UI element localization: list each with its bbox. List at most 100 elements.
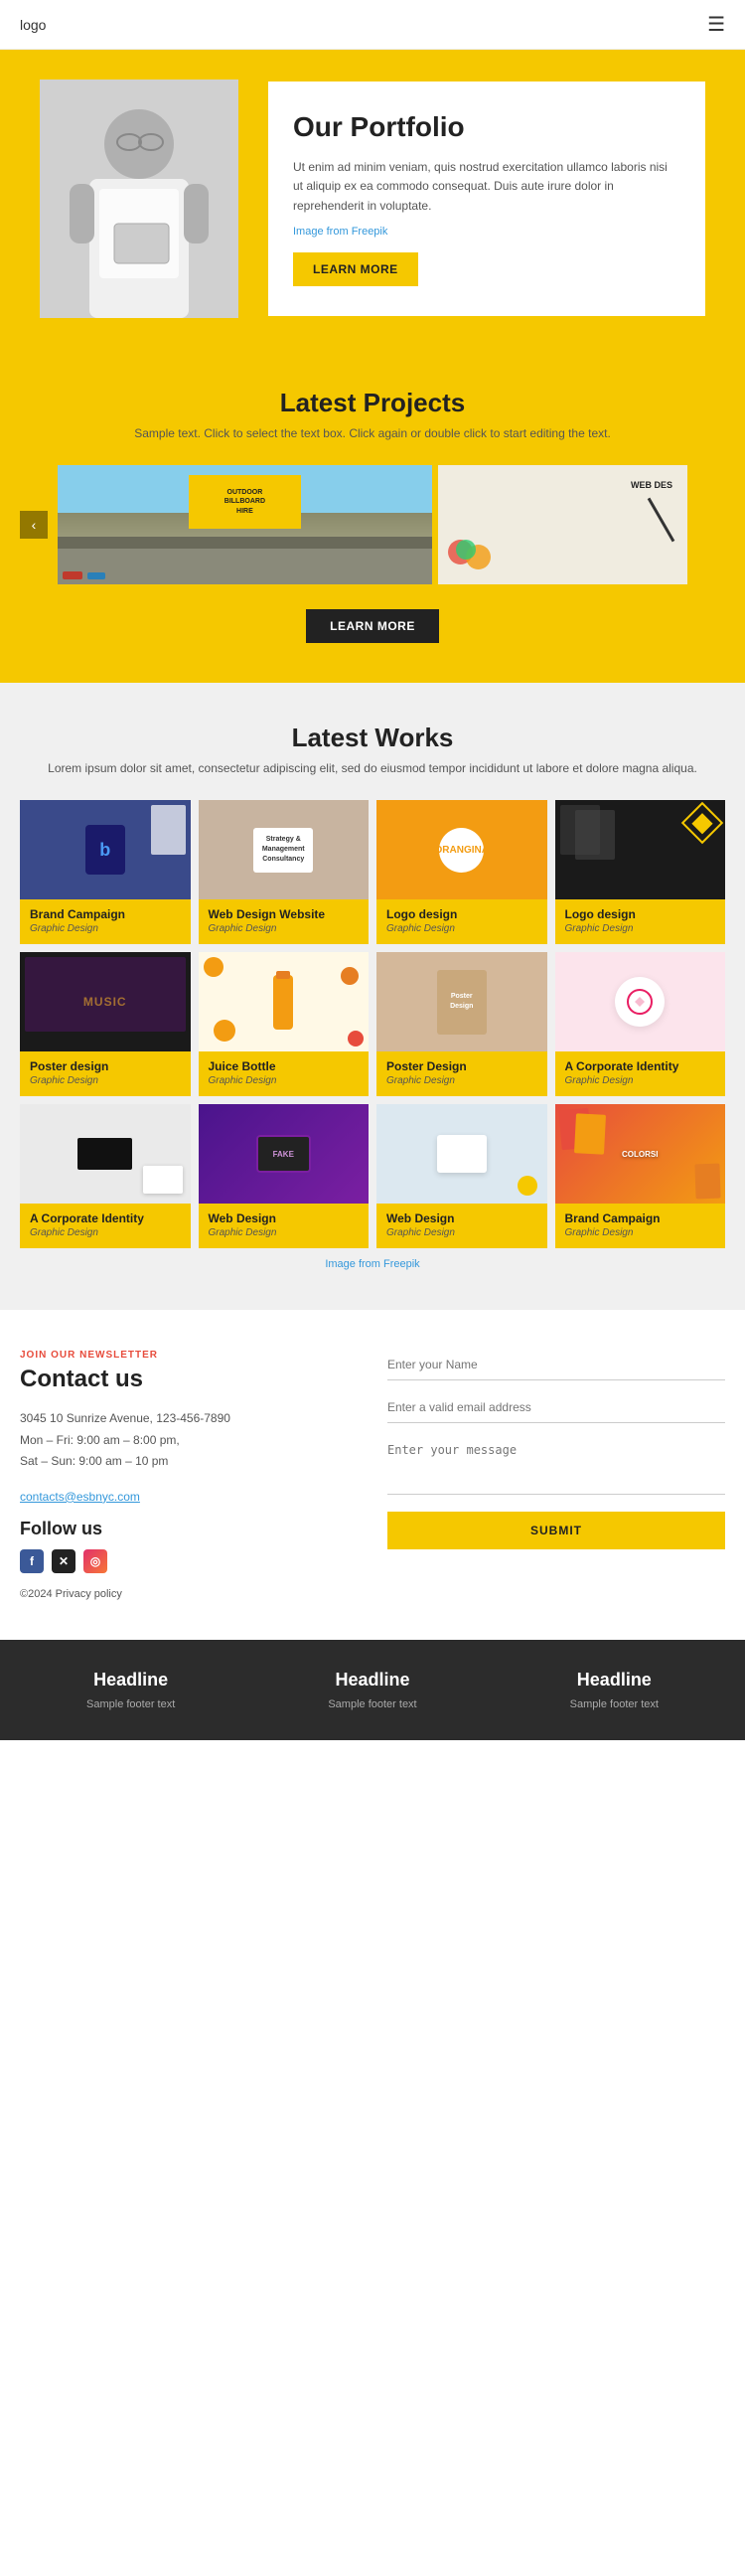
work-img-corporate1 [555, 952, 726, 1051]
footer-headline-2: Headline [261, 1670, 483, 1690]
slider-image-billboard: OUTDOORBILLBOARDHIRE [58, 465, 432, 584]
work-img-juice [199, 952, 370, 1051]
latest-projects-section: Latest Projects Sample text. Click to se… [0, 348, 745, 683]
works-credit-prefix: Image from [325, 1258, 383, 1270]
hero-image-credit: Image from Freepik [293, 226, 680, 238]
projects-learn-more-button[interactable]: LEARN MORE [306, 609, 439, 643]
work-title-juice: Juice Bottle [209, 1059, 360, 1073]
work-card-brand-campaign: b Brand Campaign Graphic Design [20, 800, 191, 944]
work-title-corporate2: A Corporate Identity [30, 1211, 181, 1225]
hero-section: Our Portfolio Ut enim ad minim veniam, q… [0, 50, 745, 348]
footer-text-3: Sample footer text [504, 1698, 725, 1710]
work-title-brand: Brand Campaign [30, 907, 181, 921]
work-title-poster2: Poster Design [386, 1059, 537, 1073]
facebook-icon[interactable]: f [20, 1549, 44, 1573]
work-card-poster2: PosterDesign Poster Design Graphic Desig… [376, 952, 547, 1096]
hero-image [40, 80, 238, 318]
work-info-juice: Juice Bottle Graphic Design [199, 1051, 370, 1096]
footer-headline-1: Headline [20, 1670, 241, 1690]
submit-button[interactable]: SUBMIT [387, 1512, 725, 1549]
contact-left: JOIN OUR NEWSLETTER Contact us 3045 10 S… [20, 1350, 358, 1600]
work-info-brand: Brand Campaign Graphic Design [20, 899, 191, 944]
slider-images: OUTDOORBILLBOARDHIRE WEB DES [58, 465, 687, 584]
work-img-poster: MUSIC [20, 952, 191, 1051]
works-credit-source: Freepik [383, 1258, 420, 1270]
latest-works-subtitle: Lorem ipsum dolor sit amet, consectetur … [20, 761, 725, 775]
follow-title: Follow us [20, 1519, 358, 1539]
work-img-corporate2 [20, 1104, 191, 1204]
work-img-web3: FAKE [199, 1104, 370, 1204]
slider-left-arrow[interactable]: ‹ [20, 511, 48, 539]
work-img-web4 [376, 1104, 547, 1204]
footer-headline-3: Headline [504, 1670, 725, 1690]
footer-col-3: Headline Sample footer text [504, 1670, 725, 1710]
work-img-logo1: ORANGINA [376, 800, 547, 899]
footer: Headline Sample footer text Headline Sam… [0, 1640, 745, 1740]
logo: logo [20, 17, 46, 33]
hero-title: Our Portfolio [293, 111, 680, 143]
twitter-icon[interactable]: ✕ [52, 1549, 75, 1573]
work-info-corporate1: A Corporate Identity Graphic Design [555, 1051, 726, 1096]
work-info-web3: Web Design Graphic Design [199, 1204, 370, 1248]
work-category-juice: Graphic Design [209, 1075, 360, 1086]
work-card-corporate1: A Corporate Identity Graphic Design [555, 952, 726, 1096]
work-category-logo2: Graphic Design [565, 923, 716, 934]
hamburger-menu[interactable]: ☰ [707, 12, 725, 37]
email-input[interactable] [387, 1392, 725, 1423]
work-img-brand: b [20, 800, 191, 899]
latest-projects-title: Latest Projects [20, 388, 725, 418]
contact-inner: JOIN OUR NEWSLETTER Contact us 3045 10 S… [20, 1350, 725, 1600]
work-info-corporate2: A Corporate Identity Graphic Design [20, 1204, 191, 1248]
work-info-logo2: Logo design Graphic Design [555, 899, 726, 944]
hero-content: Our Portfolio Ut enim ad minim veniam, q… [268, 81, 705, 316]
work-category-web3: Graphic Design [209, 1227, 360, 1238]
work-category-corporate2: Graphic Design [30, 1227, 181, 1238]
latest-projects-subtitle: Sample text. Click to select the text bo… [20, 426, 725, 440]
social-icons: f ✕ ◎ [20, 1549, 358, 1573]
work-title-logo2: Logo design [565, 907, 716, 921]
footer-text-2: Sample footer text [261, 1698, 483, 1710]
hero-learn-more-button[interactable]: LEARN MORE [293, 252, 418, 286]
work-title-web4: Web Design [386, 1211, 537, 1225]
work-category-brand: Graphic Design [30, 923, 181, 934]
newsletter-label: JOIN OUR NEWSLETTER [20, 1350, 358, 1361]
work-category-web4: Graphic Design [386, 1227, 537, 1238]
work-card-web4: Web Design Graphic Design [376, 1104, 547, 1248]
work-title-poster: Poster design [30, 1059, 181, 1073]
work-card-web3: FAKE Web Design Graphic Design [199, 1104, 370, 1248]
work-title-corporate1: A Corporate Identity [565, 1059, 716, 1073]
hours-line2: Sat – Sun: 9:00 am – 10 pm [20, 1451, 358, 1473]
contact-title: Contact us [20, 1366, 358, 1393]
work-info-logo1: Logo design Graphic Design [376, 899, 547, 944]
message-input[interactable] [387, 1435, 725, 1495]
work-info-web: Web Design Website Graphic Design [199, 899, 370, 944]
work-card-logo-design-1: ORANGINA Logo design Graphic Design [376, 800, 547, 944]
hours-line1: Mon – Fri: 9:00 am – 8:00 pm, [20, 1430, 358, 1452]
work-img-brand2: COLORSI [555, 1104, 726, 1204]
work-card-juice: Juice Bottle Graphic Design [199, 952, 370, 1096]
work-img-web: Strategy & ManagementConsultancy [199, 800, 370, 899]
work-img-logo2 [555, 800, 726, 899]
hero-credit-prefix: Image from [293, 226, 352, 238]
instagram-icon[interactable]: ◎ [83, 1549, 107, 1573]
projects-slider: ‹ OUTDOORBILLBOARDHIRE [20, 465, 725, 584]
work-title-web3: Web Design [209, 1211, 360, 1225]
work-img-poster2: PosterDesign [376, 952, 547, 1051]
work-title-brand2: Brand Campaign [565, 1211, 716, 1225]
hero-credit-source: Freepik [352, 226, 388, 238]
contact-email[interactable]: contacts@esbnyc.com [20, 1490, 140, 1504]
work-info-poster: Poster design Graphic Design [20, 1051, 191, 1096]
work-card-brand2: COLORSI Brand Campaign Graphic Design [555, 1104, 726, 1248]
work-info-poster2: Poster Design Graphic Design [376, 1051, 547, 1096]
work-title-logo1: Logo design [386, 907, 537, 921]
slider-image-webdes: WEB DES [438, 465, 687, 584]
footer-text-1: Sample footer text [20, 1698, 241, 1710]
name-input[interactable] [387, 1350, 725, 1380]
contact-section: JOIN OUR NEWSLETTER Contact us 3045 10 S… [0, 1310, 745, 1640]
works-grid: b Brand Campaign Graphic Design Strategy… [20, 800, 725, 1248]
latest-works-title: Latest Works [20, 723, 725, 753]
work-category-web: Graphic Design [209, 923, 360, 934]
header: logo ☰ [0, 0, 745, 50]
copyright: ©2024 Privacy policy [20, 1588, 358, 1600]
work-info-brand2: Brand Campaign Graphic Design [555, 1204, 726, 1248]
